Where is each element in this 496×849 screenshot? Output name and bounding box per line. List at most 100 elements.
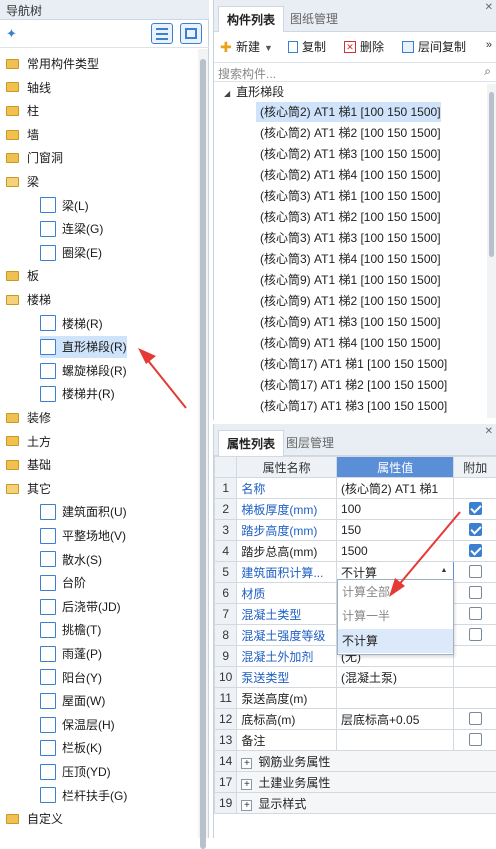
component-list-item[interactable]: (核心筒9) AT1 梯1 [100 150 1500] <box>256 270 441 290</box>
list-view-icon[interactable] <box>151 23 173 44</box>
property-value[interactable] <box>337 730 454 751</box>
nav-item[interactable]: 梁(L) <box>40 195 89 217</box>
nav-item[interactable]: 直形梯段(R) <box>40 336 127 358</box>
component-list-item[interactable]: (核心筒17) AT1 梯1 [100 150 1500] <box>256 354 447 374</box>
nav-item[interactable]: 板 <box>6 265 39 287</box>
nav-item[interactable]: 螺旋梯段(R) <box>40 360 127 382</box>
nav-item[interactable]: 连梁(G) <box>40 218 103 240</box>
component-list-item[interactable]: (核心筒3) AT1 梯4 [100 150 1500] <box>256 249 441 269</box>
expand-icon[interactable]: + <box>241 779 252 790</box>
property-row[interactable]: 19+显示样式 <box>215 793 496 814</box>
component-list-item[interactable]: (核心筒3) AT1 梯1 [100 150 1500] <box>256 186 441 206</box>
nav-item[interactable]: 楼梯 <box>6 289 51 311</box>
nav-item[interactable]: 建筑面积(U) <box>40 501 127 523</box>
nav-item[interactable]: 散水(S) <box>40 549 102 571</box>
nav-item[interactable]: 屋面(W) <box>40 690 105 712</box>
extra-checkbox[interactable] <box>469 628 482 641</box>
tab-drawing-management[interactable]: 图纸管理 <box>282 6 346 32</box>
nav-item[interactable]: 平整场地(V) <box>40 525 126 547</box>
nav-item[interactable]: 雨蓬(P) <box>40 643 102 665</box>
property-value[interactable]: 100 <box>337 499 454 520</box>
nav-item[interactable]: 挑檐(T) <box>40 619 101 641</box>
component-list-item[interactable]: (核心筒3) AT1 梯2 [100 150 1500] <box>256 207 441 227</box>
property-row[interactable]: 12底标高(m)层底标高+0.05 <box>215 709 496 730</box>
property-row[interactable]: 13备注 <box>215 730 496 751</box>
dropdown-option-half[interactable]: 计算一半 <box>338 604 453 628</box>
nav-item[interactable]: 门窗洞 <box>6 147 63 169</box>
property-row[interactable]: 14+钢筋业务属性 <box>215 751 496 772</box>
extra-checkbox[interactable] <box>469 712 482 725</box>
property-value[interactable]: (混凝土泵) <box>337 667 454 688</box>
property-row[interactable]: 4踏步总高(mm)1500 <box>215 541 496 562</box>
dropdown-option-all[interactable]: 计算全部 <box>338 580 453 604</box>
nav-item[interactable]: 压顶(YD) <box>40 761 111 783</box>
property-row[interactable]: 2梯板厚度(mm)100 <box>215 499 496 520</box>
component-list-item[interactable]: (核心筒2) AT1 梯1 [100 150 1500] <box>256 102 441 122</box>
component-list-item[interactable]: (核心筒17) AT1 梯2 [100 150 1500] <box>256 375 447 395</box>
collapse-arrow-icon[interactable]: ◢ <box>224 89 230 98</box>
nav-item[interactable]: 楼梯(R) <box>40 313 103 335</box>
extra-checkbox[interactable] <box>469 523 482 536</box>
extra-checkbox[interactable] <box>469 586 482 599</box>
tab-property-list[interactable]: 属性列表 <box>218 430 284 456</box>
close-panel-icon[interactable]: ✕ <box>485 426 493 437</box>
property-value[interactable]: 层底标高+0.05 <box>337 709 454 730</box>
property-row[interactable]: 10泵送类型(混凝土泵) <box>215 667 496 688</box>
nav-item[interactable]: 基础 <box>6 454 51 476</box>
property-value[interactable]: 150 <box>337 520 454 541</box>
expand-icon[interactable]: + <box>241 758 252 769</box>
delete-button[interactable]: ✕删除 <box>344 36 384 58</box>
component-list-item[interactable]: (核心筒2) AT1 梯4 [100 150 1500] <box>256 165 441 185</box>
search-input[interactable]: 搜索构件...⌕ <box>214 62 496 82</box>
nav-item[interactable]: 柱 <box>6 100 39 122</box>
extra-checkbox[interactable] <box>469 502 482 515</box>
tab-layer-management[interactable]: 图层管理 <box>278 430 342 456</box>
copy-button[interactable]: 复制 <box>288 36 326 58</box>
property-row[interactable]: 1名称(核心筒2) AT1 梯1 <box>215 478 496 499</box>
component-list-item[interactable]: (核心筒9) AT1 梯2 [100 150 1500] <box>256 291 441 311</box>
dropdown-option-none[interactable]: 不计算 <box>338 629 453 653</box>
extra-checkbox[interactable] <box>469 607 482 620</box>
component-scrollbar-thumb[interactable] <box>489 92 494 257</box>
more-icon[interactable]: » <box>486 39 492 51</box>
component-list-item[interactable]: (核心筒2) AT1 梯2 [100 150 1500] <box>256 123 441 143</box>
nav-item[interactable]: 梁 <box>6 171 39 193</box>
nav-scrollbar[interactable] <box>198 49 208 838</box>
property-value[interactable]: 1500 <box>337 541 454 562</box>
nav-scrollbar-thumb[interactable] <box>200 59 206 849</box>
pin-icon[interactable]: ✦ <box>6 26 17 42</box>
component-list-item[interactable]: (核心筒9) AT1 梯3 [100 150 1500] <box>256 312 441 332</box>
property-value[interactable] <box>337 688 454 709</box>
nav-item[interactable]: 阳台(Y) <box>40 667 102 689</box>
tree-group-node[interactable]: ◢直形梯段 <box>224 82 284 102</box>
tab-component-list[interactable]: 构件列表 <box>218 6 284 32</box>
property-row[interactable]: 11泵送高度(m) <box>215 688 496 709</box>
extra-checkbox[interactable] <box>469 733 482 746</box>
nav-item[interactable]: 轴线 <box>6 77 51 99</box>
component-scrollbar[interactable] <box>487 84 496 418</box>
nav-item[interactable]: 楼梯井(R) <box>40 383 115 405</box>
nav-item[interactable]: 圈梁(E) <box>40 242 102 264</box>
property-value[interactable]: (核心筒2) AT1 梯1 <box>337 478 454 499</box>
property-row[interactable]: 3踏步高度(mm)150 <box>215 520 496 541</box>
nav-item[interactable]: 土方 <box>6 431 51 453</box>
search-icon[interactable]: ⌕ <box>484 64 491 79</box>
nav-item[interactable]: 常用构件类型 <box>6 53 99 75</box>
nav-item[interactable]: 其它 <box>6 478 51 500</box>
extra-checkbox[interactable] <box>469 544 482 557</box>
component-list-item[interactable]: (核心筒17) AT1 梯3 [100 150 1500] <box>256 396 447 416</box>
component-list-item[interactable]: (核心筒9) AT1 梯4 [100 150 1500] <box>256 333 441 353</box>
nav-item[interactable]: 墙 <box>6 124 39 146</box>
property-row[interactable]: 17+土建业务属性 <box>215 772 496 793</box>
close-panel-icon[interactable]: ✕ <box>485 2 493 13</box>
dropdown-arrow-icon[interactable]: ▲ <box>441 567 448 574</box>
nav-item[interactable]: 后浇带(JD) <box>40 596 121 618</box>
component-list-item[interactable]: (核心筒2) AT1 梯3 [100 150 1500] <box>256 144 441 164</box>
new-button[interactable]: ✚新建▼ <box>220 36 273 58</box>
nav-item[interactable]: 保温层(H) <box>40 714 115 736</box>
component-list-item[interactable]: (核心筒3) AT1 梯3 [100 150 1500] <box>256 228 441 248</box>
nav-item[interactable]: 装修 <box>6 407 51 429</box>
floor-copy-button[interactable]: 层间复制 <box>402 36 466 58</box>
expand-icon[interactable]: + <box>241 800 252 811</box>
nav-item[interactable]: 栏板(K) <box>40 737 102 759</box>
